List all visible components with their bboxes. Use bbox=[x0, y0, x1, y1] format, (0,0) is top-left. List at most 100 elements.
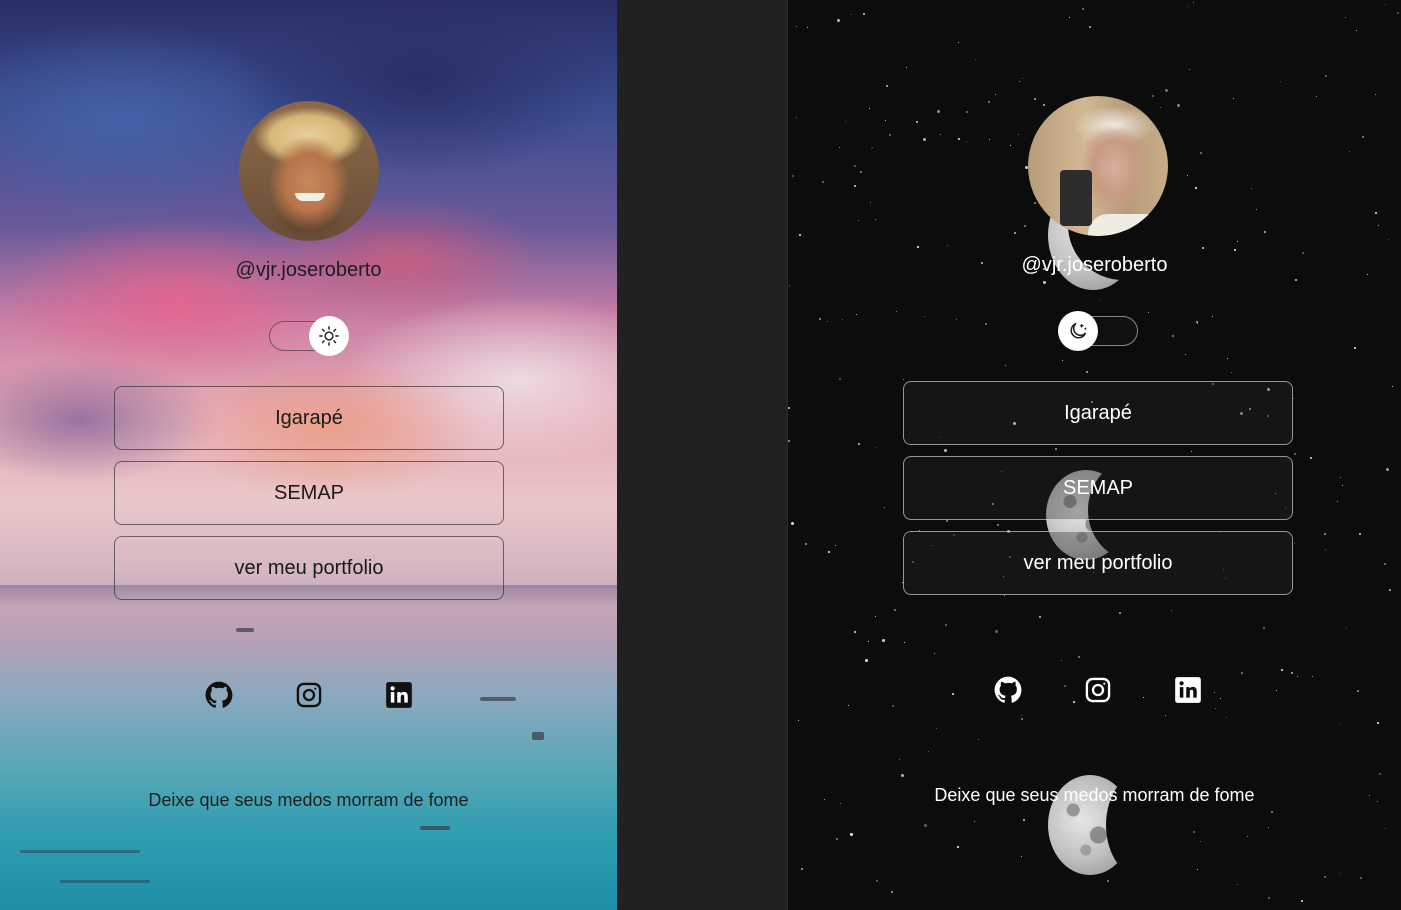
star-dot bbox=[886, 85, 888, 87]
star-dot bbox=[1043, 281, 1046, 284]
linkedin-icon bbox=[1175, 677, 1201, 703]
toggle-knob[interactable] bbox=[1058, 311, 1098, 351]
star-dot bbox=[828, 551, 830, 553]
star-dot bbox=[1073, 701, 1075, 703]
star-dot bbox=[1191, 451, 1192, 452]
instagram-link[interactable] bbox=[1083, 675, 1113, 705]
star-dot bbox=[1214, 692, 1215, 693]
divider-gap bbox=[617, 0, 788, 910]
star-dot bbox=[1337, 501, 1338, 502]
star-dot bbox=[1310, 457, 1312, 459]
star-dot bbox=[1062, 360, 1063, 361]
star-dot bbox=[801, 868, 803, 870]
linkedin-icon bbox=[386, 682, 412, 708]
star-dot bbox=[988, 101, 990, 103]
star-dot bbox=[1325, 549, 1326, 550]
star-dot bbox=[1251, 188, 1252, 189]
star-dot bbox=[995, 630, 998, 633]
star-dot bbox=[807, 27, 808, 28]
star-dot bbox=[882, 639, 885, 642]
star-dot bbox=[805, 543, 807, 545]
star-dot bbox=[1064, 685, 1066, 687]
star-dot bbox=[1193, 831, 1195, 833]
instagram-icon bbox=[1085, 677, 1111, 703]
star-dot bbox=[1107, 880, 1109, 882]
star-dot bbox=[854, 165, 856, 167]
instagram-link[interactable] bbox=[294, 680, 324, 710]
star-dot bbox=[1263, 627, 1265, 629]
star-dot bbox=[1378, 225, 1379, 226]
star-dot bbox=[1386, 468, 1389, 471]
star-dot bbox=[975, 59, 976, 60]
star-dot bbox=[1022, 78, 1023, 79]
star-dot bbox=[1160, 107, 1161, 108]
link-button-semap[interactable]: SEMAP bbox=[114, 461, 504, 525]
star-dot bbox=[1010, 145, 1011, 146]
link-button-igarape[interactable]: Igarapé bbox=[903, 381, 1293, 445]
star-dot bbox=[1187, 175, 1188, 176]
github-link[interactable] bbox=[204, 680, 234, 710]
star-dot bbox=[1069, 17, 1070, 18]
theme-toggle[interactable] bbox=[1058, 311, 1138, 351]
star-dot bbox=[799, 234, 801, 236]
star-dot bbox=[1086, 371, 1088, 373]
star-dot bbox=[1359, 533, 1361, 535]
star-dot bbox=[958, 138, 960, 140]
star-dot bbox=[946, 520, 948, 522]
star-dot bbox=[1356, 30, 1357, 31]
star-dot bbox=[1212, 316, 1213, 317]
star-dot bbox=[1342, 485, 1343, 486]
star-dot bbox=[936, 728, 937, 729]
star-dot bbox=[1165, 89, 1168, 92]
star-dot bbox=[1293, 398, 1294, 399]
star-dot bbox=[788, 407, 790, 409]
star-dot bbox=[891, 891, 893, 893]
boat-decoration bbox=[420, 826, 450, 830]
link-button-portfolio[interactable]: ver meu portfolio bbox=[903, 531, 1293, 595]
star-dot bbox=[1360, 877, 1362, 879]
github-link[interactable] bbox=[993, 675, 1023, 705]
star-dot bbox=[978, 739, 979, 740]
github-icon bbox=[994, 676, 1022, 703]
linkedin-link[interactable] bbox=[1173, 675, 1203, 705]
star-dot bbox=[899, 759, 900, 760]
star-dot bbox=[1171, 610, 1172, 611]
star-dot bbox=[835, 545, 836, 546]
link-button-portfolio[interactable]: ver meu portfolio bbox=[114, 536, 504, 600]
link-button-semap[interactable]: SEMAP bbox=[903, 456, 1293, 520]
star-dot bbox=[854, 185, 856, 187]
star-dot bbox=[1185, 354, 1186, 355]
star-dot bbox=[860, 171, 862, 173]
star-dot bbox=[796, 26, 797, 27]
theme-toggle[interactable] bbox=[269, 316, 349, 356]
star-dot bbox=[1119, 612, 1121, 614]
star-dot bbox=[1143, 697, 1144, 698]
star-dot bbox=[892, 705, 894, 707]
linkedin-link[interactable] bbox=[384, 680, 414, 710]
light-theme-panel: @vjr.joseroberto Igarapé SEMAP ver meu p… bbox=[0, 0, 617, 910]
star-dot bbox=[1148, 312, 1149, 313]
profile-username: @vjr.joseroberto bbox=[1021, 254, 1168, 276]
star-dot bbox=[1233, 98, 1234, 99]
star-dot bbox=[1385, 4, 1386, 5]
star-dot bbox=[1152, 95, 1154, 97]
star-dot bbox=[1019, 81, 1020, 82]
star-dot bbox=[924, 824, 927, 827]
star-dot bbox=[1200, 841, 1201, 842]
star-dot bbox=[1018, 134, 1019, 135]
star-dot bbox=[928, 751, 929, 752]
star-dot bbox=[924, 316, 925, 317]
star-dot bbox=[1231, 372, 1232, 373]
star-dot bbox=[956, 319, 957, 320]
star-dot bbox=[1346, 628, 1347, 629]
star-dot bbox=[916, 121, 918, 123]
star-dot bbox=[1385, 828, 1386, 829]
github-icon bbox=[205, 681, 233, 708]
star-dot bbox=[1388, 239, 1389, 240]
star-dot bbox=[958, 42, 959, 43]
star-dot bbox=[1004, 595, 1005, 596]
star-dot bbox=[1294, 453, 1296, 455]
link-button-igarape[interactable]: Igarapé bbox=[114, 386, 504, 450]
toggle-knob[interactable] bbox=[309, 316, 349, 356]
star-dot bbox=[792, 175, 794, 177]
